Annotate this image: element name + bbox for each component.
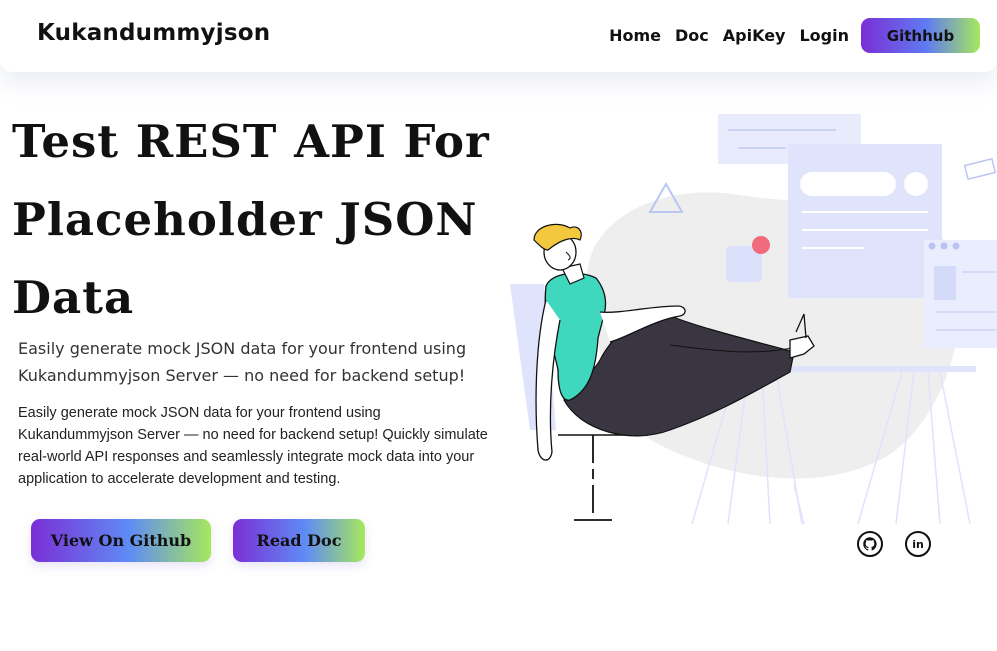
- hero-illustration: [500, 100, 997, 530]
- nav-link-login[interactable]: Login: [799, 26, 849, 45]
- brand-logo[interactable]: Kukandummyjson: [37, 20, 270, 46]
- nav-link-doc[interactable]: Doc: [675, 26, 709, 45]
- github-nav-button[interactable]: Githhub: [861, 18, 980, 53]
- hero-illustration-svg: [510, 114, 997, 525]
- hero-description: Easily generate mock JSON data for your …: [18, 405, 488, 487]
- linkedin-social-link[interactable]: in: [905, 531, 931, 557]
- github-social-link[interactable]: [857, 531, 883, 557]
- linkedin-icon: in: [912, 537, 924, 551]
- nav-links: Home Doc ApiKey Login: [609, 26, 849, 45]
- nav-link-apikey[interactable]: ApiKey: [723, 26, 786, 45]
- github-icon: [863, 537, 877, 551]
- hero-title: Test REST API For Placeholder JSON Data: [12, 115, 490, 324]
- navbar: Kukandummyjson Home Doc ApiKey Login Git…: [0, 0, 997, 72]
- view-on-github-button[interactable]: View On Github: [31, 519, 211, 562]
- read-doc-button[interactable]: Read Doc: [233, 519, 365, 562]
- hero-subtitle: Easily generate mock JSON data for your …: [18, 339, 467, 385]
- nav-link-home[interactable]: Home: [609, 26, 661, 45]
